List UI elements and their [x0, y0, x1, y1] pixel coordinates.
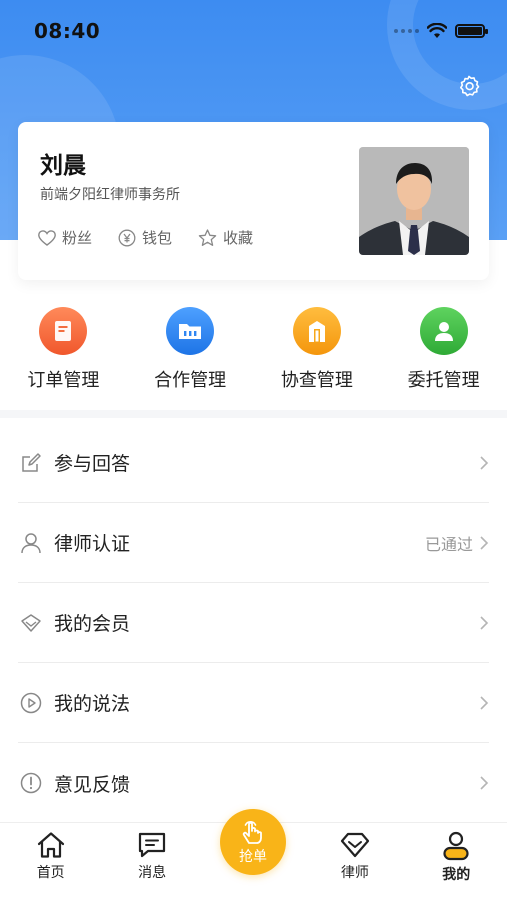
tab-home-label: 首页 — [36, 865, 65, 881]
certification-status: 已通过 — [424, 534, 473, 554]
tab-mine-label: 我的 — [442, 867, 471, 883]
menu-item-my-views[interactable]: 我的说法 — [18, 663, 489, 743]
quick-actions: 订单管理 合作管理 协查管理 委托管理 — [0, 300, 507, 410]
chevron-right-icon — [480, 535, 489, 550]
tab-mine[interactable]: 我的 — [406, 823, 507, 900]
star-icon — [198, 228, 217, 246]
chevron-right-icon — [480, 776, 489, 790]
menu-item-certification[interactable]: 律师认证 已通过 — [18, 503, 489, 583]
chevron-right-icon — [480, 615, 489, 630]
stat-fans[interactable]: 粉丝 — [38, 227, 92, 248]
menu-item-membership[interactable]: 我的会员 — [18, 583, 489, 663]
message-icon — [138, 832, 166, 858]
quick-action-investigation[interactable]: 协查管理 — [254, 300, 381, 410]
gem-icon — [21, 613, 41, 632]
stat-fans-label: 粉丝 — [62, 229, 93, 247]
heart-icon — [38, 229, 56, 246]
quick-action-commission-label: 委托管理 — [407, 370, 480, 391]
alert-icon — [20, 772, 42, 794]
stat-wallet[interactable]: 钱包 — [118, 227, 172, 248]
status-icons — [394, 23, 488, 39]
avatar[interactable] — [359, 147, 469, 255]
yen-icon — [118, 229, 136, 246]
quick-action-orders-label: 订单管理 — [27, 370, 100, 391]
menu-item-label: 意见反馈 — [54, 773, 131, 796]
user-name: 刘晨 — [40, 153, 86, 179]
signal-icon — [394, 29, 419, 33]
quick-action-orders[interactable]: 订单管理 — [0, 300, 127, 410]
battery-icon — [455, 24, 488, 38]
home-icon — [37, 832, 64, 858]
edit-icon — [22, 452, 41, 472]
status-bar: 08:40 — [0, 0, 507, 62]
profile-card[interactable]: 刘晨 前端夕阳红律师事务所 粉丝 钱包 收藏 — [18, 122, 489, 280]
user-icon — [21, 532, 41, 553]
menu-item-label: 我的说法 — [54, 693, 131, 715]
section-divider — [0, 410, 507, 418]
stat-wallet-label: 钱包 — [142, 229, 173, 247]
tab-grab-slot: 抢单 — [203, 809, 304, 900]
tab-lawyers[interactable]: 律师 — [304, 823, 405, 900]
quick-action-commission[interactable]: 委托管理 — [380, 300, 507, 410]
menu-item-label: 我的会员 — [54, 613, 131, 635]
stat-favorites-label: 收藏 — [223, 229, 254, 247]
tab-bar: 首页 消息 抢单 律师 我的 — [0, 809, 507, 900]
status-time: 08:40 — [34, 19, 101, 43]
tab-home[interactable]: 首页 — [0, 823, 101, 900]
avatar-photo — [359, 147, 469, 255]
wifi-icon — [427, 23, 447, 38]
menu-list: 参与回答 律师认证 已通过 我的会员 我的说法 意见反馈 — [0, 423, 507, 823]
law-firm-name: 前端夕阳红律师事务所 — [40, 187, 180, 203]
order-icon — [39, 307, 88, 355]
quick-action-cooperation-label: 合作管理 — [154, 370, 227, 391]
profile-stats: 粉丝 钱包 收藏 — [38, 227, 253, 248]
tab-messages[interactable]: 消息 — [101, 823, 202, 900]
settings-button[interactable] — [457, 74, 481, 98]
stat-favorites[interactable]: 收藏 — [198, 227, 253, 248]
tab-messages-label: 消息 — [138, 865, 167, 881]
quick-action-cooperation[interactable]: 合作管理 — [127, 300, 254, 410]
chevron-right-icon — [480, 455, 489, 470]
grab-order-label: 抢单 — [239, 848, 267, 865]
tap-hand-icon — [242, 820, 262, 844]
chevron-right-icon — [480, 695, 489, 710]
menu-item-label: 参与回答 — [54, 453, 131, 475]
play-circle-icon — [20, 692, 42, 713]
profile-active-icon — [443, 831, 469, 861]
folder-icon — [166, 307, 215, 355]
person-icon — [419, 307, 468, 355]
diamond-icon — [340, 832, 369, 858]
building-icon — [292, 307, 341, 355]
quick-action-investigation-label: 协查管理 — [280, 370, 353, 391]
grab-order-button[interactable]: 抢单 — [220, 809, 286, 875]
menu-item-label: 律师认证 — [54, 533, 131, 555]
gear-icon — [460, 75, 480, 97]
menu-item-answers[interactable]: 参与回答 — [18, 423, 489, 503]
tab-lawyers-label: 律师 — [340, 865, 369, 881]
